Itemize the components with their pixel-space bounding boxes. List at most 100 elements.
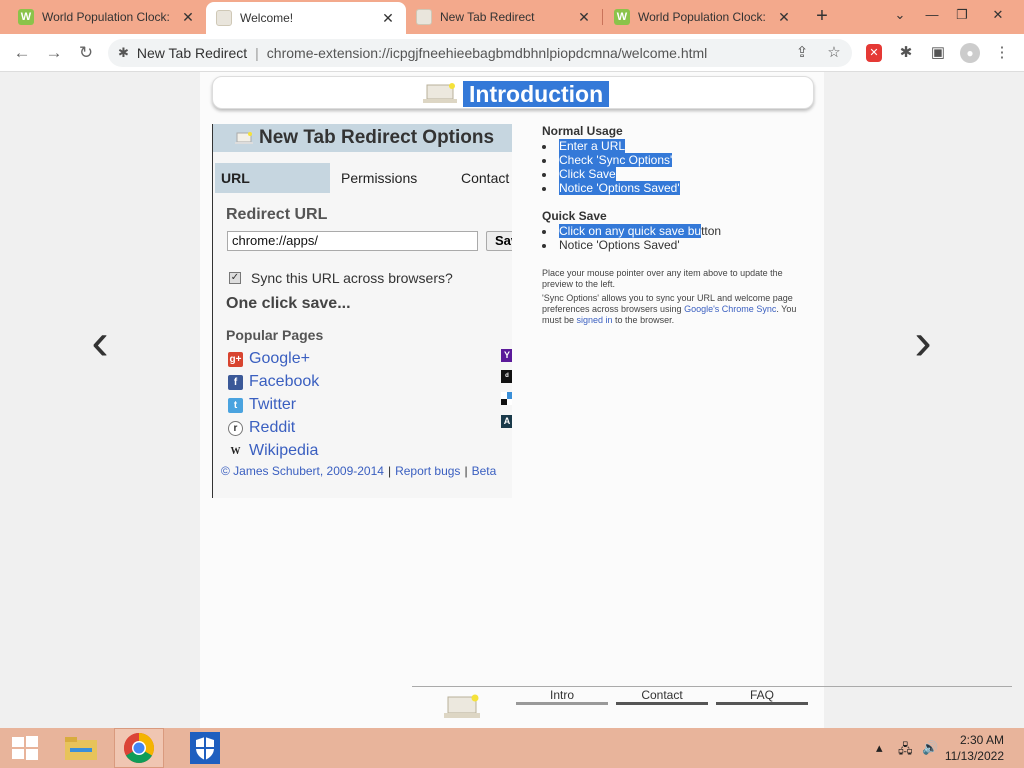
sync-checkbox[interactable]: ✓ [229, 272, 241, 284]
list-item[interactable]: Notice 'Options Saved' [542, 181, 812, 195]
clock-date: 11/13/2022 [944, 749, 1004, 763]
nav-contact[interactable]: Contact [616, 687, 708, 705]
shield-icon[interactable]: ✕ [866, 44, 882, 62]
w-icon: W [614, 9, 630, 25]
windows-logo-icon [12, 736, 38, 760]
tray-chevron-icon[interactable]: ▴ [876, 740, 883, 756]
close-icon[interactable]: ✕ [576, 9, 592, 26]
close-window-icon[interactable]: ✕ [982, 0, 1014, 30]
usage-info: Normal Usage Enter a URL Check 'Sync Opt… [542, 124, 812, 326]
popular-link-facebook[interactable]: f Facebook [228, 372, 319, 392]
signed-in-link[interactable]: signed in [577, 315, 613, 325]
delicious-icon[interactable] [501, 392, 512, 405]
quick-save-list: Click on any quick save button Notice 'O… [542, 224, 812, 252]
quick-save-heading: Quick Save [542, 209, 607, 223]
laptop-icon [416, 9, 432, 25]
extension-icon: ✱ [118, 45, 129, 60]
network-icon[interactable]: 🖧 [898, 740, 913, 762]
tab-url[interactable]: URL [215, 163, 330, 193]
nav-faq[interactable]: FAQ [716, 687, 808, 705]
file-explorer-icon[interactable] [56, 728, 106, 768]
omnibox-divider: | [255, 45, 259, 61]
reddit-icon: r [228, 420, 243, 436]
nav-intro[interactable]: Intro [516, 687, 608, 705]
digg-icon[interactable]: d [501, 370, 512, 383]
normal-usage-list: Enter a URL Check 'Sync Options' Click S… [542, 139, 812, 195]
tab-search-icon[interactable]: ⌄ [884, 0, 916, 30]
start-button[interactable] [0, 728, 50, 768]
address-bar[interactable]: ✱ New Tab Redirect | chrome-extension://… [108, 39, 852, 67]
tab-contact[interactable]: Contact [455, 163, 509, 193]
back-icon[interactable]: ← [10, 41, 34, 65]
tab-world-population-2[interactable]: W World Population Clock: ✕ [604, 0, 802, 34]
system-clock[interactable]: 2:30 AM 11/13/2022 [934, 732, 1004, 764]
sync-option[interactable]: ✓ Sync this URL across browsers? [229, 270, 453, 286]
redirect-url-input[interactable]: chrome://apps/ [227, 231, 478, 251]
list-item[interactable]: Check 'Sync Options' [542, 153, 812, 167]
forward-icon[interactable]: → [42, 41, 66, 65]
url-text: chrome-extension://icpgjfneehieebagbmdbh… [266, 45, 708, 61]
windows-taskbar: ▴ 🖧 🔊 2:30 AM 11/13/2022 [0, 728, 1024, 768]
popular-link-wikipedia[interactable]: W Wikipedia [228, 441, 319, 461]
chrome-sync-link[interactable]: Google's Chrome Sync [684, 304, 776, 314]
close-icon[interactable]: ✕ [180, 9, 196, 26]
tab-new-tab-redirect[interactable]: New Tab Redirect ✕ [406, 0, 602, 34]
close-icon[interactable]: ✕ [380, 10, 396, 27]
options-title: New Tab Redirect Options [259, 127, 495, 148]
next-arrow-icon[interactable]: › [908, 312, 938, 372]
chrome-taskbar-icon[interactable] [114, 728, 164, 768]
yahoo-icon[interactable]: Y [501, 349, 512, 362]
tab-world-population-1[interactable]: W World Population Clock: ✕ [8, 0, 206, 34]
welcome-slide: Introduction New Tab Redirect Options UR… [200, 72, 1012, 728]
tab-welcome[interactable]: Welcome! ✕ [206, 2, 406, 34]
popular-link-google-plus[interactable]: g+ Google+ [228, 349, 310, 369]
list-item[interactable]: Click on any quick save button [542, 224, 812, 238]
laptop-icon [444, 694, 480, 718]
previous-arrow-icon[interactable]: ‹ [85, 312, 115, 372]
amazon-icon[interactable]: A [501, 415, 512, 428]
sync-label: Sync this URL across browsers? [251, 270, 453, 286]
minimize-icon[interactable]: — [916, 0, 948, 30]
laptop-icon [423, 83, 457, 103]
share-icon[interactable]: ⇪ [790, 41, 814, 65]
side-panel-icon[interactable]: ▣ [926, 41, 950, 65]
popular-link-twitter[interactable]: t Twitter [228, 395, 296, 415]
browser-toolbar: ← → ↻ ✱ New Tab Redirect | chrome-extens… [0, 34, 1024, 72]
copyright-link[interactable]: © James Schubert, 2009-2014 [221, 464, 384, 478]
footer-separator: | [464, 464, 468, 478]
list-item[interactable]: Enter a URL [542, 139, 812, 153]
tab-title: World Population Clock: [638, 10, 766, 24]
tab-title: New Tab Redirect [440, 10, 535, 24]
extensions-puzzle-icon[interactable]: ✱ [894, 41, 918, 65]
google-plus-icon: g+ [228, 351, 243, 367]
hover-note: Place your mouse pointer over any item a… [542, 268, 783, 289]
report-bugs-link[interactable]: Report bugs [395, 464, 460, 478]
new-tab-button[interactable]: + [810, 4, 834, 28]
list-item[interactable]: Click Save [542, 167, 812, 181]
defender-shield-icon[interactable] [180, 728, 230, 768]
restore-icon[interactable]: ❐ [946, 0, 978, 30]
clock-time: 2:30 AM [959, 733, 1004, 747]
bottom-navigation: Intro Contact FAQ [412, 686, 1012, 728]
menu-kebab-icon[interactable]: ⋮ [990, 41, 1014, 65]
page-title: Introduction [463, 81, 610, 107]
wikipedia-icon: W [230, 445, 241, 457]
save-button[interactable]: Save [486, 231, 512, 251]
list-item[interactable]: Notice 'Options Saved' [542, 238, 812, 252]
popular-link-reddit[interactable]: r Reddit [228, 418, 295, 438]
facebook-icon: f [228, 374, 243, 390]
options-preview: New Tab Redirect Options URL Permissions… [212, 124, 512, 498]
tab-title: Welcome! [240, 11, 294, 25]
beta-link[interactable]: Beta [472, 464, 497, 478]
close-icon[interactable]: ✕ [776, 9, 792, 26]
w-icon: W [18, 9, 34, 25]
tab-permissions[interactable]: Permissions [335, 163, 417, 193]
normal-usage-heading: Normal Usage [542, 124, 623, 138]
options-header: New Tab Redirect Options [213, 124, 512, 152]
reload-icon[interactable]: ↻ [74, 41, 98, 65]
profile-avatar-icon[interactable]: ● [960, 43, 980, 63]
site-name: New Tab Redirect [136, 45, 248, 61]
tab-title: World Population Clock: [42, 10, 170, 24]
redirect-url-label: Redirect URL [226, 206, 328, 223]
bookmark-star-icon[interactable]: ☆ [822, 41, 846, 65]
